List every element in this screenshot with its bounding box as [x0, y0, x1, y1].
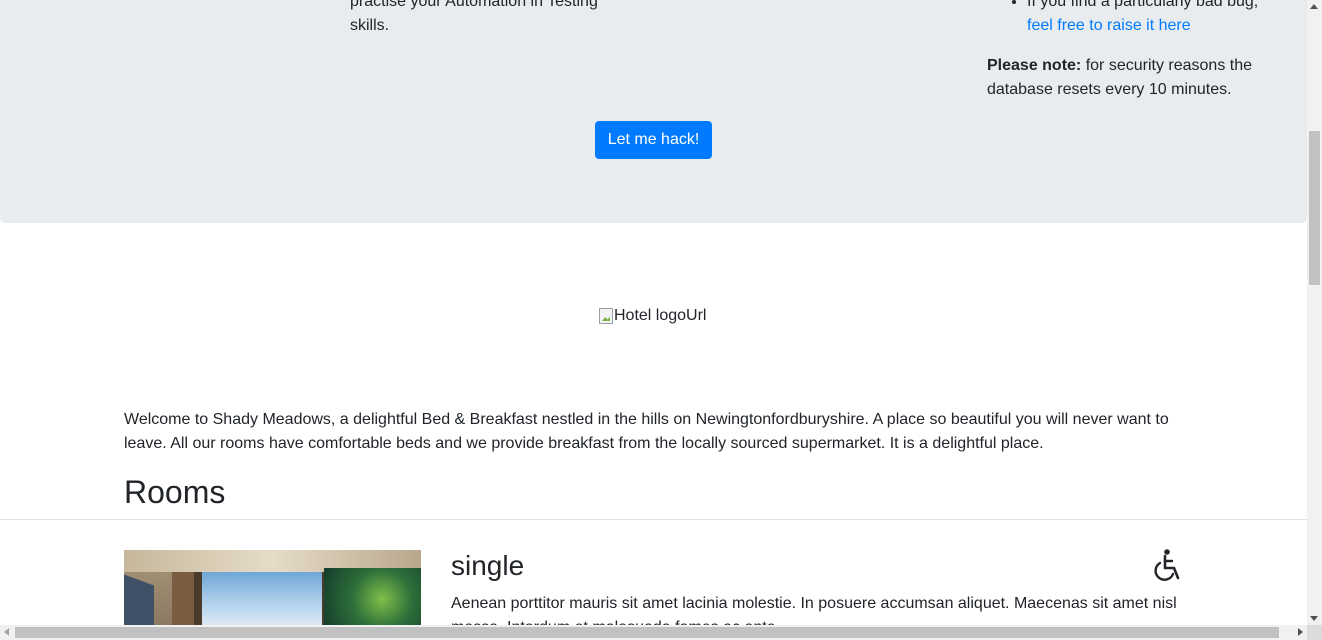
rooms-divider: [0, 519, 1307, 520]
vertical-scrollbar[interactable]: [1307, 0, 1322, 625]
room-image-picture-frame: [124, 574, 154, 625]
room-description: Aenean porttitor mauris sit amet lacinia…: [451, 595, 1177, 625]
horizontal-scrollbar[interactable]: [0, 625, 1307, 640]
intro-bullet-list: If you find a particularly bad bug, feel…: [987, 0, 1287, 38]
hotel-logo-alt-text: Hotel logoUrl: [614, 307, 707, 324]
intro-text-line2: skills.: [350, 17, 390, 34]
intro-text: practise your Automation in Testing skil…: [350, 0, 620, 38]
raise-bug-link[interactable]: feel free to raise it here: [1027, 17, 1191, 34]
page-viewport: practise your Automation in Testing skil…: [0, 0, 1307, 625]
room-image-curtain: [172, 572, 194, 625]
let-me-hack-button[interactable]: Let me hack!: [595, 121, 712, 159]
wheelchair-accessible-icon: [1154, 549, 1180, 581]
horizontal-scroll-thumb[interactable]: [15, 627, 1279, 638]
intro-banner: practise your Automation in Testing skil…: [0, 0, 1307, 223]
welcome-text: Welcome to Shady Meadows, a delightful B…: [124, 411, 1169, 452]
broken-image-icon: [599, 308, 613, 324]
hotel-logo: Hotel logoUrl: [599, 306, 706, 326]
note-label: Please note:: [987, 57, 1082, 74]
scroll-left-arrow-icon[interactable]: [4, 628, 9, 636]
room-type-title: single: [451, 550, 525, 581]
vertical-scroll-thumb[interactable]: [1309, 131, 1320, 285]
intro-notes: If you find a particularly bad bug, feel…: [987, 0, 1287, 102]
room-image-window: [194, 572, 330, 625]
room-image: [124, 550, 421, 625]
rooms-heading: Rooms: [124, 474, 226, 510]
scrollbar-corner: [1307, 625, 1322, 640]
security-note: Please note: for security reasons the da…: [987, 54, 1287, 102]
room-image-mural: [324, 568, 421, 625]
scroll-right-arrow-icon[interactable]: [1298, 628, 1303, 636]
intro-text-line1: practise your Automation in Testing: [350, 0, 598, 10]
bug-list-item: If you find a particularly bad bug, feel…: [1027, 0, 1287, 38]
scroll-up-arrow-icon[interactable]: [1310, 4, 1318, 9]
bug-text: If you find a particularly bad bug,: [1027, 0, 1259, 10]
scroll-down-arrow-icon[interactable]: [1310, 616, 1318, 621]
